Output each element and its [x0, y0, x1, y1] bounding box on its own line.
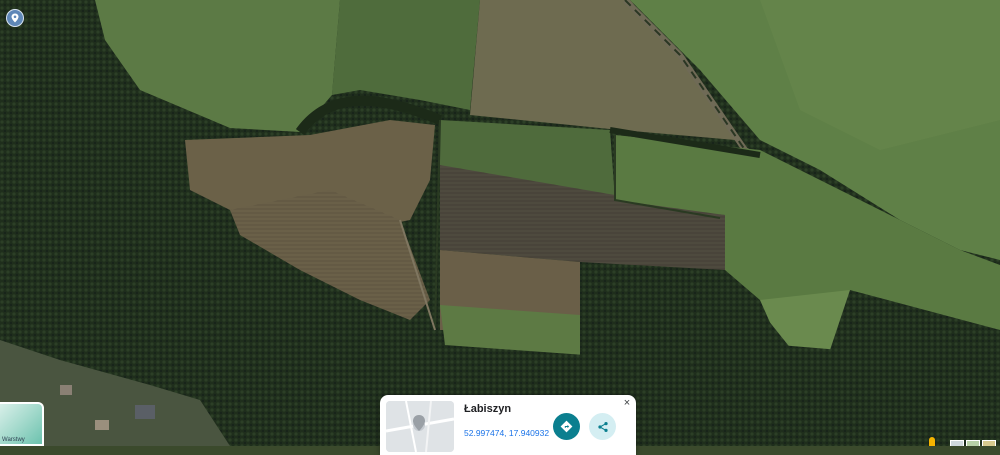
pegman-icon[interactable] — [929, 437, 935, 446]
map-tile[interactable] — [950, 440, 964, 446]
share-icon — [597, 421, 608, 432]
location-icon — [11, 13, 19, 23]
layers-label: Warstwy — [2, 437, 25, 443]
location-thumbnail[interactable] — [386, 401, 454, 452]
layers-button[interactable]: Warstwy — [0, 402, 44, 446]
location-coordinates[interactable]: 52.997474, 17.940932 — [464, 428, 549, 438]
location-card: Łabiszyn 52.997474, 17.940932 × — [380, 395, 636, 455]
share-button[interactable] — [589, 413, 616, 440]
map-type-tiles[interactable] — [950, 440, 996, 446]
directions-icon — [560, 420, 573, 433]
location-button[interactable] — [6, 9, 24, 27]
close-icon[interactable]: × — [621, 397, 633, 409]
terrain-tile[interactable] — [966, 440, 980, 446]
location-title: Łabiszyn — [464, 403, 512, 415]
satellite-map[interactable] — [0, 0, 1000, 446]
directions-button[interactable] — [553, 413, 580, 440]
traffic-tile[interactable] — [982, 440, 996, 446]
